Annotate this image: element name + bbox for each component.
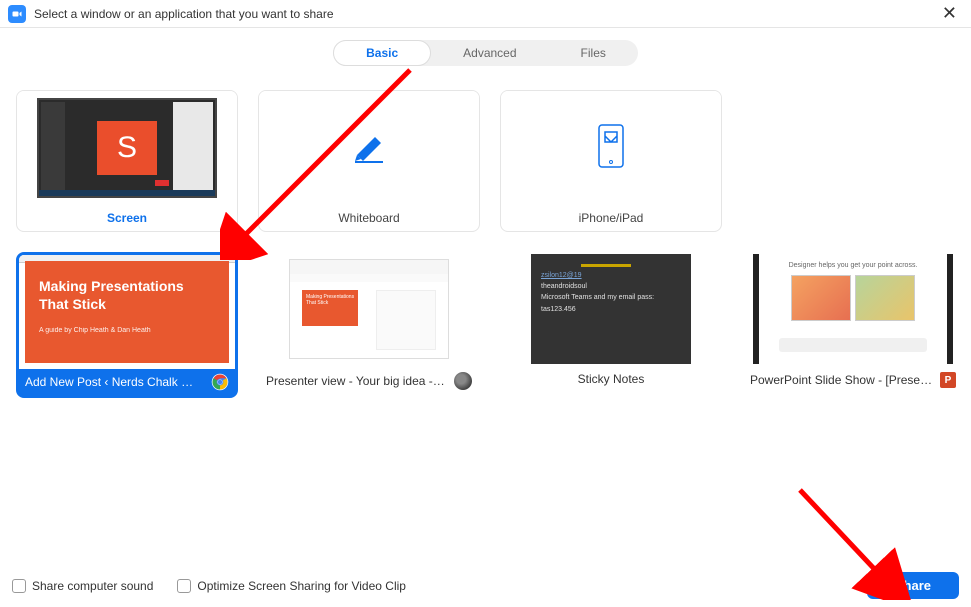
sticky-label: Sticky Notes xyxy=(500,366,722,392)
globe-icon xyxy=(454,372,472,390)
tile-whiteboard[interactable]: Whiteboard xyxy=(258,90,480,232)
titlebar: Select a window or an application that y… xyxy=(0,0,971,28)
iphone-preview xyxy=(501,91,721,205)
powerpoint-icon: P xyxy=(940,372,956,388)
tile-presenter-view[interactable]: Making Presentations That Stick Presente… xyxy=(258,252,480,398)
close-button[interactable]: ✕ xyxy=(936,3,963,24)
tab-advanced[interactable]: Advanced xyxy=(431,40,548,66)
screen-label: Screen xyxy=(17,205,237,231)
tile-iphone-ipad[interactable]: iPhone/iPad xyxy=(500,90,722,232)
share-grid: S Screen Whiteboard iPhone/iPad xyxy=(0,66,971,398)
whiteboard-preview xyxy=(259,91,479,205)
powerpoint-thumb: Designer helps you get your point across… xyxy=(742,252,964,366)
chrome-icon xyxy=(211,373,229,391)
zoom-icon xyxy=(8,5,26,23)
tile-chrome-window[interactable]: Making Presentations That Stick A guide … xyxy=(16,252,238,398)
chrome-thumb: Making Presentations That Stick A guide … xyxy=(19,255,235,369)
checkbox-share-sound[interactable]: Share computer sound xyxy=(12,579,153,593)
pen-icon xyxy=(349,133,389,163)
checkbox-optimize-video[interactable]: Optimize Screen Sharing for Video Clip xyxy=(177,579,406,593)
tile-sticky-notes[interactable]: zsilon12@19 theandroidsoul Microsoft Tea… xyxy=(500,252,722,398)
sticky-thumb: zsilon12@19 theandroidsoul Microsoft Tea… xyxy=(500,252,722,366)
presenter-label: Presenter view - Your big idea - G... xyxy=(258,366,480,396)
tab-basic[interactable]: Basic xyxy=(333,40,431,66)
tab-group: Basic Advanced Files xyxy=(333,40,638,66)
tab-files[interactable]: Files xyxy=(549,40,638,66)
titlebar-text: Select a window or an application that y… xyxy=(34,7,936,21)
share-button[interactable]: Share xyxy=(867,572,959,599)
phone-icon xyxy=(598,124,624,173)
footer: Share computer sound Optimize Screen Sha… xyxy=(12,572,959,599)
powerpoint-label: PowerPoint Slide Show - [Present... P xyxy=(742,366,964,394)
checkbox-icon xyxy=(177,579,191,593)
whiteboard-label: Whiteboard xyxy=(259,205,479,231)
screen-preview: S xyxy=(17,91,237,205)
tabs: Basic Advanced Files xyxy=(0,40,971,66)
chrome-label: Add New Post ‹ Nerds Chalk — ... xyxy=(19,369,235,395)
iphone-label: iPhone/iPad xyxy=(501,205,721,231)
tile-powerpoint[interactable]: Designer helps you get your point across… xyxy=(742,252,964,398)
presenter-thumb: Making Presentations That Stick xyxy=(258,252,480,366)
checkbox-icon xyxy=(12,579,26,593)
close-icon: ✕ xyxy=(942,3,957,23)
tile-screen[interactable]: S Screen xyxy=(16,90,238,232)
